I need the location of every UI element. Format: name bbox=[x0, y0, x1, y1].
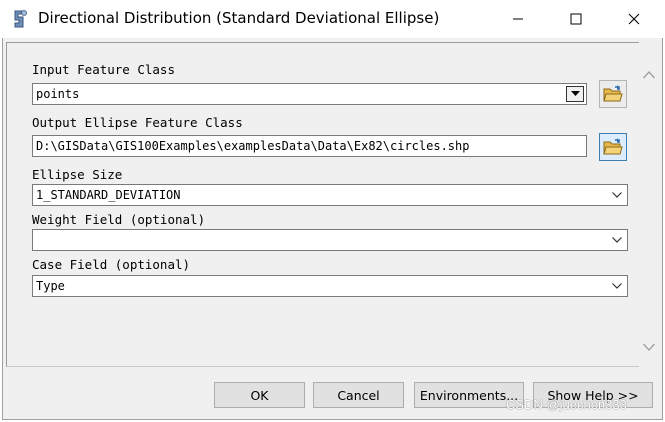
parameters-panel: Input Feature Class points Output Ellips… bbox=[6, 42, 639, 367]
ellipse-size-select[interactable]: 1_STANDARD_DEVIATION bbox=[32, 184, 628, 206]
output-ellipse-label: Output Ellipse Feature Class bbox=[32, 115, 243, 130]
case-field-value: Type bbox=[36, 279, 65, 293]
dropdown-button[interactable] bbox=[566, 86, 584, 102]
minimize-button[interactable] bbox=[490, 0, 546, 38]
open-folder-icon bbox=[603, 85, 623, 102]
vertical-scrollbar[interactable] bbox=[639, 42, 659, 365]
minimize-icon bbox=[513, 18, 523, 20]
cancel-button[interactable]: Cancel bbox=[313, 382, 404, 408]
title-bar: Directional Distribution (Standard Devia… bbox=[0, 0, 665, 38]
dialog-body: Input Feature Class points Output Ellips… bbox=[2, 38, 663, 420]
maximize-button[interactable] bbox=[548, 0, 604, 38]
browse-input-button[interactable] bbox=[599, 80, 627, 108]
maximize-icon bbox=[570, 13, 582, 25]
browse-output-button[interactable] bbox=[599, 133, 627, 161]
close-icon bbox=[628, 13, 640, 25]
case-field-label: Case Field (optional) bbox=[32, 257, 191, 272]
weight-field-label: Weight Field (optional) bbox=[32, 212, 206, 227]
dropdown-button[interactable] bbox=[608, 186, 626, 204]
ellipse-size-value: 1_STANDARD_DEVIATION bbox=[36, 188, 181, 202]
chevron-down-icon bbox=[612, 237, 622, 243]
ellipse-size-label: Ellipse Size bbox=[32, 167, 123, 182]
output-ellipse-path-input[interactable]: D:\GISData\GIS100Examples\examplesData\D… bbox=[32, 135, 587, 157]
input-feature-class-label: Input Feature Class bbox=[32, 62, 175, 77]
scroll-down-button[interactable] bbox=[643, 336, 655, 355]
window-title: Directional Distribution (Standard Devia… bbox=[38, 9, 440, 27]
ok-button[interactable]: OK bbox=[214, 382, 305, 408]
geoprocessing-tool-icon bbox=[10, 9, 30, 29]
output-ellipse-path-value: D:\GISData\GIS100Examples\examplesData\D… bbox=[36, 139, 470, 153]
dropdown-arrow-icon bbox=[570, 91, 580, 96]
dropdown-button[interactable] bbox=[608, 231, 626, 249]
open-folder-icon bbox=[603, 138, 623, 155]
input-feature-class-combo[interactable]: points bbox=[32, 83, 587, 105]
csdn-watermark: CSDN @juechen333 bbox=[506, 397, 627, 412]
chevron-up-icon bbox=[643, 71, 655, 79]
weight-field-select[interactable] bbox=[32, 229, 628, 251]
chevron-down-icon bbox=[643, 343, 655, 351]
chevron-down-icon bbox=[612, 283, 622, 289]
scroll-up-button[interactable] bbox=[643, 64, 655, 83]
case-field-select[interactable]: Type bbox=[32, 275, 628, 297]
close-button[interactable] bbox=[606, 0, 662, 38]
input-feature-class-value: points bbox=[36, 87, 80, 101]
chevron-down-icon bbox=[612, 192, 622, 198]
dropdown-button[interactable] bbox=[608, 277, 626, 295]
